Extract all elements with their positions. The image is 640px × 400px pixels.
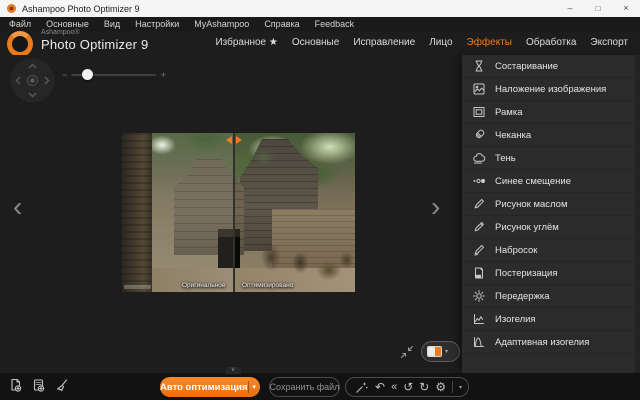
tab-export[interactable]: Экспорт <box>590 37 628 48</box>
effect-item-image-overlay[interactable]: Наложение изображения <box>462 78 640 101</box>
close-button[interactable]: × <box>612 0 640 17</box>
effect-item-solarize[interactable]: Изогелия <box>462 308 640 331</box>
image-overlay-icon <box>471 82 486 97</box>
split-view-icon <box>427 346 442 357</box>
menu-help[interactable]: Справка <box>264 19 299 29</box>
undo-all-icon[interactable]: « <box>391 378 397 396</box>
add-file-button[interactable] <box>8 378 24 394</box>
auto-optimize-dropdown-icon[interactable]: ▾ <box>248 383 260 391</box>
brand-company: Ashampoo® <box>41 29 148 36</box>
rotate-right-icon[interactable]: ↻ <box>419 378 429 396</box>
menu-view[interactable]: Вид <box>104 19 120 29</box>
effect-item-oil-painting[interactable]: Рисунок маслом <box>462 193 640 216</box>
pan-dpad-icon <box>10 58 55 103</box>
header: Ashampoo® Photo Optimizer 9 Избранное ★ … <box>0 31 640 55</box>
preview-original-haze-overlay <box>122 133 233 292</box>
settings-gear-icon[interactable]: ⚙ <box>435 378 446 396</box>
main-tabs: Избранное ★ Основные Исправление Лицо Эф… <box>215 37 628 48</box>
zoom-out-icon[interactable]: − <box>62 70 67 80</box>
window-controls: – □ × <box>556 0 640 17</box>
clear-list-broom-icon[interactable] <box>54 378 70 394</box>
blue-shift-dots-icon <box>471 174 486 189</box>
maximize-button[interactable]: □ <box>584 0 612 17</box>
next-image-button[interactable]: › <box>431 193 440 221</box>
effect-item-posterize[interactable]: Постеризация <box>462 262 640 285</box>
tab-effects[interactable]: Эффекты <box>467 37 512 48</box>
minimize-button[interactable]: – <box>556 0 584 17</box>
edit-tools-group: ↶ « ↺ ↻ ⚙ ▾ <box>345 377 469 397</box>
add-files-button[interactable] <box>31 378 47 394</box>
main-area: − + ‹ › Оригинальное Оптимизировано <box>0 55 640 373</box>
effects-panel: Состаривание Наложение изображения Рамка… <box>462 55 640 373</box>
adaptive-solarize-icon <box>471 335 486 350</box>
emboss-icon <box>471 128 486 143</box>
rotate-left-icon[interactable]: ↺ <box>403 378 413 396</box>
compare-split-divider[interactable] <box>233 133 235 292</box>
tools-dropdown-icon[interactable]: ▾ <box>459 384 462 391</box>
posterize-icon <box>471 266 486 281</box>
menu-basics[interactable]: Основные <box>46 19 89 29</box>
effect-item-charcoal[interactable]: Рисунок углём <box>462 216 640 239</box>
effect-item-blue-shift[interactable]: Синее смещение <box>462 170 640 193</box>
tools-separator <box>452 381 453 393</box>
tab-basics[interactable]: Основные <box>292 37 339 48</box>
effect-item-emboss[interactable]: Чеканка <box>462 124 640 147</box>
effect-item-frame[interactable]: Рамка <box>462 101 640 124</box>
effect-item-overexposure[interactable]: Передержка <box>462 285 640 308</box>
sketch-pencil-icon <box>471 243 486 258</box>
photo-preview[interactable]: Оригинальное Оптимизировано <box>122 133 355 292</box>
bottom-toolbar: ∨ Авто оптимизация ▾ Сохранить файл ↶ « <box>0 373 640 400</box>
tab-favorites[interactable]: Избранное ★ <box>215 37 277 48</box>
photo-credit-watermark <box>124 285 151 289</box>
zoom-slider: − + <box>62 68 166 82</box>
menu-feedback[interactable]: Feedback <box>315 19 355 29</box>
auto-optimize-label: Авто оптимизация <box>160 382 248 393</box>
menu-myashampoo[interactable]: MyAshampoo <box>194 19 249 29</box>
toolbar-collapse-handle[interactable]: ∨ <box>225 367 241 374</box>
compare-dropdown-icon[interactable]: ▾ <box>445 348 448 355</box>
effect-item-aging[interactable]: Состаривание <box>462 55 640 78</box>
effect-item-adaptive-solarize[interactable]: Адаптивная изогелия <box>462 331 640 354</box>
split-arrow-left-icon <box>226 136 232 144</box>
app-icon <box>7 4 16 13</box>
sidebar-scrollbar[interactable] <box>635 55 640 373</box>
ashampoo-logo-icon <box>7 31 33 57</box>
hourglass-icon <box>471 59 486 74</box>
effect-item-shadow[interactable]: Тень <box>462 147 640 170</box>
optimized-label: Оптимизировано <box>242 282 293 289</box>
brand-product: Photo Optimizer 9 <box>41 37 148 52</box>
app-window: Ashampoo Photo Optimizer 9 – □ × Файл Ос… <box>0 0 640 400</box>
title-bar: Ashampoo Photo Optimizer 9 – □ × <box>0 0 640 17</box>
toolbar-left-group <box>8 378 70 394</box>
collapse-arrows-icon <box>399 344 415 360</box>
original-label: Оригинальное <box>182 282 226 289</box>
undo-icon[interactable]: ↶ <box>375 378 385 396</box>
zoom-slider-thumb[interactable] <box>82 69 93 80</box>
compare-view-toggle[interactable]: ▾ <box>421 341 460 362</box>
frame-icon <box>471 105 486 120</box>
tab-correction[interactable]: Исправление <box>353 37 415 48</box>
menu-file[interactable]: Файл <box>9 19 31 29</box>
auto-optimize-button[interactable]: Авто оптимизация ▾ <box>160 377 260 397</box>
shadow-cloud-icon <box>471 151 486 166</box>
solarize-chart-icon <box>471 312 486 327</box>
effect-item-sketch[interactable]: Набросок <box>462 239 640 262</box>
overexposure-sun-icon <box>471 289 486 304</box>
zoom-in-icon[interactable]: + <box>161 70 166 80</box>
menu-settings[interactable]: Настройки <box>135 19 179 29</box>
charcoal-pencil-icon <box>471 220 486 235</box>
preview-layer-rubble <box>250 234 355 286</box>
oil-paint-pencil-icon <box>471 197 486 212</box>
tab-processing[interactable]: Обработка <box>526 37 576 48</box>
split-arrow-right-icon <box>236 136 242 144</box>
window-title: Ashampoo Photo Optimizer 9 <box>22 4 140 14</box>
magic-wand-icon[interactable] <box>354 380 369 395</box>
fit-to-screen-button[interactable] <box>399 344 415 360</box>
brand-block: Ashampoo® Photo Optimizer 9 <box>41 29 148 52</box>
tab-face[interactable]: Лицо <box>429 37 452 48</box>
pan-control[interactable] <box>10 58 55 108</box>
save-file-button[interactable]: Сохранить файл <box>269 377 340 397</box>
previous-image-button[interactable]: ‹ <box>13 193 22 221</box>
